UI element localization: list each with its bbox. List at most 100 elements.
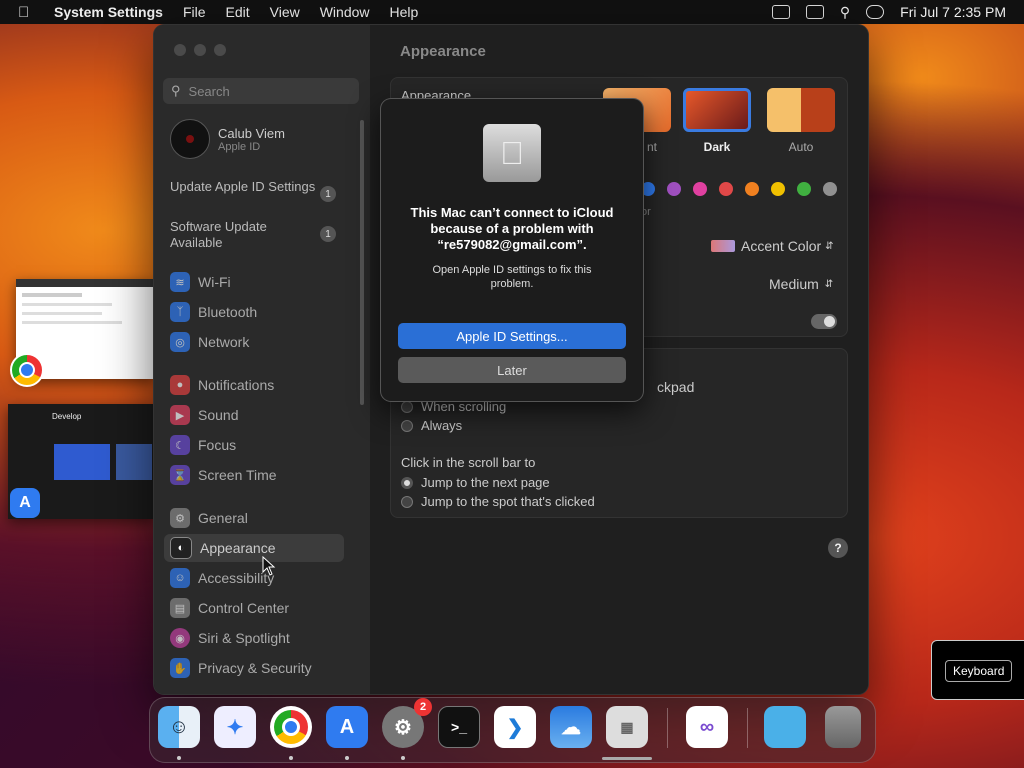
accent-green[interactable] xyxy=(797,182,811,196)
apple-id-settings-button[interactable]: Apple ID Settings... xyxy=(398,323,626,349)
click-scrollbar-label: Click in the scroll bar to xyxy=(401,455,536,470)
close-button[interactable] xyxy=(174,44,186,56)
alert-message: Open Apple ID settings to fix this probl… xyxy=(432,264,592,290)
accent-red[interactable] xyxy=(719,182,733,196)
finder-icon[interactable]: ☺ xyxy=(158,706,200,748)
screen-mirroring-icon[interactable] xyxy=(805,5,824,19)
update-apple-id-item[interactable]: Update Apple ID Settings xyxy=(170,179,320,195)
menu-clock[interactable]: Fri Jul 7 2:35 PM xyxy=(900,4,1006,20)
highlight-color-select[interactable]: Accent Color ⇵ xyxy=(711,238,834,254)
avatar xyxy=(170,119,210,159)
apple-id-account[interactable]: Calub Viem Apple ID xyxy=(170,119,285,159)
keyboard-shortcut-overlay: Keyboard xyxy=(931,640,1024,700)
chevron-updown-icon: ⇵ xyxy=(825,240,834,252)
moon-icon: ☾ xyxy=(170,435,190,455)
menu-help[interactable]: Help xyxy=(390,4,419,20)
highlight-swatch xyxy=(711,240,735,252)
menu-window[interactable]: Window xyxy=(320,4,370,20)
app-store-running-dot xyxy=(345,756,349,760)
sidebar-scrollbar[interactable] xyxy=(360,120,364,405)
help-button[interactable]: ? xyxy=(828,538,848,558)
stage-manager-icon[interactable] xyxy=(771,5,790,19)
accent-purple[interactable] xyxy=(667,182,681,196)
spotlight-icon[interactable]: ⚲ xyxy=(840,4,850,21)
speaker-icon: ▶ xyxy=(170,405,190,425)
sidebar-icon-size-select[interactable]: Medium ⇵ xyxy=(769,276,833,292)
app-store-dock-icon[interactable]: A xyxy=(326,706,368,748)
finder-running-dot xyxy=(177,756,181,760)
hourglass-icon: ⌛ xyxy=(170,465,190,485)
sidebar-item-notifications[interactable]: ● Notifications xyxy=(164,371,344,399)
theme-auto-option[interactable]: Auto xyxy=(765,88,837,154)
chrome-icon[interactable] xyxy=(10,353,44,387)
launchpad-icon[interactable]: ▦ xyxy=(606,706,648,748)
zoom-button[interactable] xyxy=(214,44,226,56)
sidebar-item-privacy-security[interactable]: ✋ Privacy & Security xyxy=(164,654,344,682)
visual-studio-icon[interactable]: ∞ xyxy=(686,706,728,748)
page-title: Appearance xyxy=(400,43,486,60)
jump-spot-clicked-radio[interactable]: Jump to the spot that's clicked xyxy=(401,494,595,509)
menu-view[interactable]: View xyxy=(270,4,300,20)
menu-edit[interactable]: Edit xyxy=(226,4,250,20)
hand-icon: ✋ xyxy=(170,658,190,678)
accent-graphite[interactable] xyxy=(823,182,837,196)
wallpaper-tinting-toggle[interactable] xyxy=(811,314,837,329)
apple-logo-icon:  xyxy=(483,124,541,182)
app-store-icon[interactable]: A xyxy=(10,488,40,518)
system-settings-dock-icon[interactable]: ⚙ 2 xyxy=(382,698,432,748)
bluetooth-icon: ᛉ xyxy=(170,302,190,322)
sidebar-item-general[interactable]: ⚙ General xyxy=(164,504,344,532)
accent-yellow[interactable] xyxy=(771,182,785,196)
later-button[interactable]: Later xyxy=(398,357,626,383)
weather-icon[interactable]: ☁ xyxy=(550,706,592,748)
keyboard-label: Keyboard xyxy=(945,660,1013,682)
sidebar-item-appearance[interactable]: ◐ Appearance xyxy=(164,534,344,562)
sidebar-item-accessibility[interactable]: ☺ Accessibility xyxy=(164,564,344,592)
search-icon: ⚲ xyxy=(171,83,181,98)
wifi-icon: ≋ xyxy=(170,272,190,292)
alert-title: This Mac can’t connect to iCloud because… xyxy=(410,205,614,252)
accent-pink[interactable] xyxy=(693,182,707,196)
sidebar-item-bluetooth[interactable]: ᛉ Bluetooth xyxy=(164,298,344,326)
app-menu[interactable]: System Settings xyxy=(54,4,163,20)
vscode-icon[interactable]: ❯ xyxy=(494,706,536,748)
downloads-folder-icon[interactable] xyxy=(764,706,806,748)
sidebar: ⚲ Search Calub Viem Apple ID Update Appl… xyxy=(154,25,370,694)
sidebar-item-focus[interactable]: ☾ Focus xyxy=(164,431,344,459)
chrome-running-dot xyxy=(289,756,293,760)
sidebar-item-siri-spotlight[interactable]: ◉ Siri & Spotlight xyxy=(164,624,344,652)
theme-auto-thumb xyxy=(767,88,835,132)
minimize-button[interactable] xyxy=(194,44,206,56)
jump-next-page-radio[interactable]: Jump to the next page xyxy=(401,475,550,490)
settings-running-dot xyxy=(401,756,405,760)
dock-separator xyxy=(667,708,668,748)
accent-blue[interactable] xyxy=(641,182,655,196)
mouse-cursor-icon xyxy=(262,556,276,576)
trash-icon[interactable] xyxy=(825,706,861,748)
sidebar-item-sound[interactable]: ▶ Sound xyxy=(164,401,344,429)
safari-icon[interactable]: ✦ xyxy=(214,706,256,748)
sidebar-item-control-center[interactable]: ▤ Control Center xyxy=(164,594,344,622)
user-name: Calub Viem xyxy=(218,125,285,141)
theme-dark-option[interactable]: Dark xyxy=(681,88,753,154)
chrome-dock-icon[interactable] xyxy=(270,706,312,748)
dock: ☺ ✦ A ⚙ 2 >_ ❯ ☁ ▦ ∞ xyxy=(149,697,876,763)
sidebar-item-network[interactable]: ◎ Network xyxy=(164,328,344,356)
scroll-always-radio[interactable]: Always xyxy=(401,418,462,433)
control-center-icon: ▤ xyxy=(170,598,190,618)
search-input[interactable]: ⚲ Search xyxy=(163,78,359,104)
apple-menu-icon[interactable]:  xyxy=(18,4,40,21)
menu-file[interactable]: File xyxy=(183,4,206,20)
software-update-item[interactable]: Software Update Available xyxy=(170,219,320,251)
sidebar-icon-size-value: Medium xyxy=(769,276,819,292)
siri-icon: ◉ xyxy=(170,628,190,648)
terminal-icon[interactable]: >_ xyxy=(438,706,480,748)
control-center-menu-icon[interactable] xyxy=(866,5,885,19)
sidebar-item-wifi[interactable]: ≋ Wi-Fi xyxy=(164,268,344,296)
theme-dark-thumb xyxy=(683,88,751,132)
scroll-when-scrolling-radio[interactable]: When scrolling xyxy=(401,399,506,414)
globe-icon: ◎ xyxy=(170,332,190,352)
sidebar-item-screen-time[interactable]: ⌛ Screen Time xyxy=(164,461,344,489)
accent-orange[interactable] xyxy=(745,182,759,196)
dock-separator xyxy=(747,708,748,748)
